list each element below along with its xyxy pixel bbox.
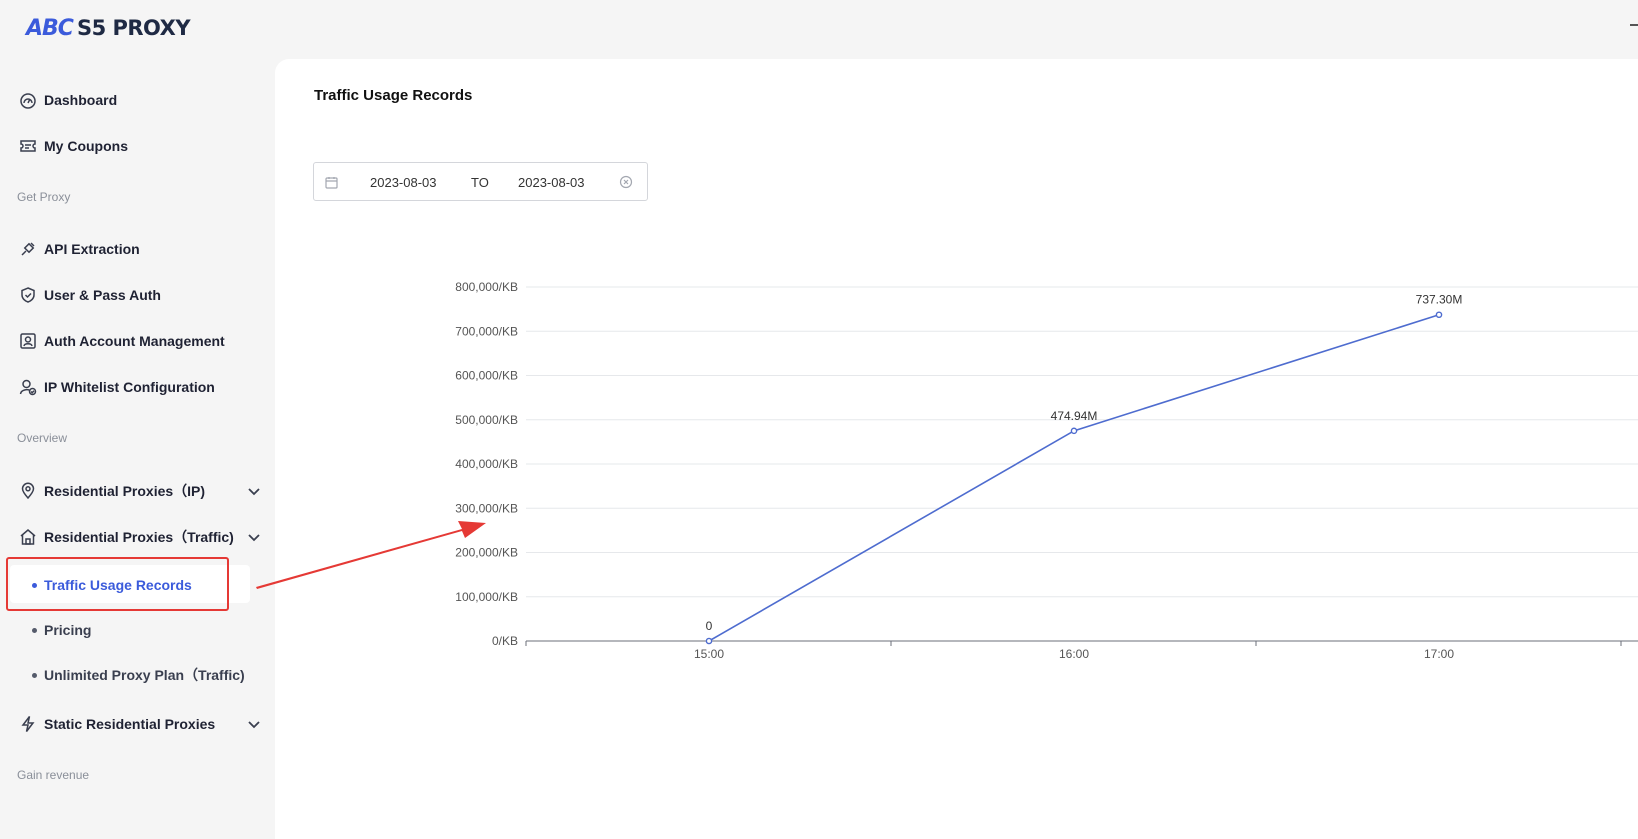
x-tick-label: 16:00 — [1059, 647, 1089, 661]
data-point — [1070, 427, 1078, 435]
y-tick-label: 600,000/KB — [455, 369, 518, 383]
y-tick-label: 500,000/KB — [455, 413, 518, 427]
y-tick-label: 400,000/KB — [455, 457, 518, 471]
y-tick-label: 300,000/KB — [455, 501, 518, 515]
y-tick-label: 0/KB — [492, 634, 518, 648]
y-tick-label: 700,000/KB — [455, 324, 518, 338]
x-tick-label: 15:00 — [694, 647, 724, 661]
data-label: 474.94M — [1051, 409, 1098, 423]
annotation-arrow — [256, 521, 486, 589]
data-label: 0 — [706, 619, 713, 633]
y-tick-label: 800,000/KB — [455, 280, 518, 294]
data-point — [1435, 311, 1443, 319]
data-point — [705, 637, 713, 645]
traffic-line-chart: 0/KB 100,000/KB 200,000/KB 300,000/KB 400,00… — [256, 280, 1638, 661]
data-label: 737.30M — [1416, 293, 1463, 307]
y-tick-label: 200,000/KB — [455, 546, 518, 560]
series-line — [708, 313, 1440, 642]
x-tick-label: 17:00 — [1424, 647, 1454, 661]
y-tick-label: 100,000/KB — [455, 590, 518, 604]
